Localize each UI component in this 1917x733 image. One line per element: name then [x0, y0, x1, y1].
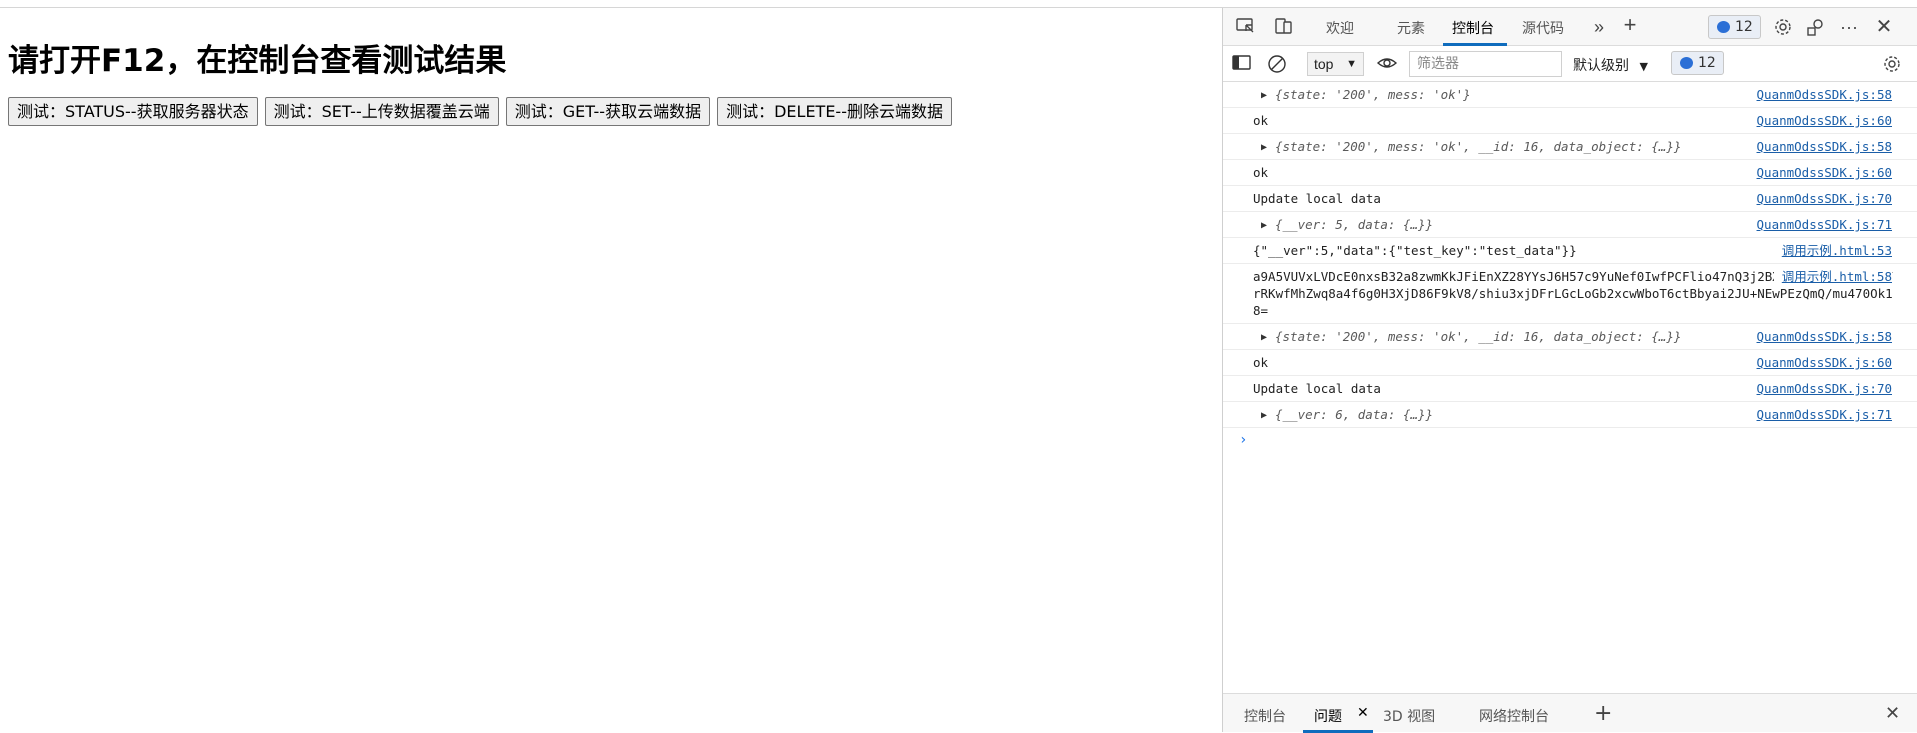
console-source-link[interactable]: QuanmOdssSDK.js:58: [1748, 138, 1892, 155]
drawer-tab-network-console[interactable]: 网络控制台: [1479, 706, 1549, 726]
chevron-down-icon: ▼: [1346, 58, 1357, 70]
console-message[interactable]: ▶ {__ver: 6, data: {…}} QuanmOdssSDK.js:71: [1223, 402, 1917, 428]
page-heading: 请打开F12，在控制台查看测试结果: [8, 43, 507, 79]
devtools-panel: 欢迎 元素 控制台 源代码 » + 12 ··· ✕ top ▼ 筛选器 默认级…: [1222, 8, 1917, 733]
expand-triangle-icon[interactable]: ▶: [1261, 139, 1267, 156]
issues-bubble-icon: [1680, 57, 1693, 69]
tab-welcome[interactable]: 欢迎: [1326, 18, 1354, 38]
settings-icon[interactable]: [1772, 17, 1794, 37]
tab-sources[interactable]: 源代码: [1522, 18, 1564, 38]
expand-triangle-icon[interactable]: ▶: [1261, 407, 1267, 424]
console-message-text: {state: '200', mess: 'ok', __id: 16, dat…: [1275, 329, 1682, 344]
console-settings-icon[interactable]: [1882, 54, 1902, 77]
set-test-button[interactable]: 测试：SET--上传数据覆盖云端: [264, 97, 499, 126]
console-source-link[interactable]: QuanmOdssSDK.js:71: [1748, 216, 1892, 233]
chevron-down-icon: ▼: [1639, 60, 1648, 73]
console-output: ▶ {state: '200', mess: 'ok'} QuanmOdssSDK.…: [1223, 82, 1917, 684]
drawer-tab-issues[interactable]: 问题: [1314, 706, 1342, 726]
get-test-button[interactable]: 测试：GET--获取云端数据: [505, 97, 711, 126]
console-message: ok QuanmOdssSDK.js:60: [1223, 350, 1917, 376]
log-level-dropdown[interactable]: 默认级别 ▼: [1573, 55, 1648, 75]
web-page: 请打开F12，在控制台查看测试结果 测试：STATUS--获取服务器状态 测试：…: [0, 8, 1222, 732]
close-devtools-icon[interactable]: ✕: [1873, 17, 1895, 37]
console-source-link[interactable]: QuanmOdssSDK.js:60: [1748, 354, 1892, 371]
console-message: Update local data QuanmOdssSDK.js:70: [1223, 186, 1917, 212]
console-message[interactable]: ▶ {state: '200', mess: 'ok'} QuanmOdssSDK.…: [1223, 82, 1917, 108]
delete-test-button[interactable]: 测试：DELETE--删除云端数据: [717, 97, 952, 126]
console-source-link[interactable]: QuanmOdssSDK.js:60: [1748, 112, 1892, 129]
console-message: {"__ver":5,"data":{"test_key":"test_data…: [1223, 238, 1917, 264]
tab-console[interactable]: 控制台: [1452, 18, 1494, 38]
console-message: Update local data QuanmOdssSDK.js:70: [1223, 376, 1917, 402]
context-selector[interactable]: top ▼: [1307, 52, 1364, 76]
console-source-link[interactable]: QuanmOdssSDK.js:58: [1748, 328, 1892, 345]
add-tab-icon[interactable]: +: [1619, 14, 1641, 36]
inspect-icon[interactable]: [1235, 17, 1257, 37]
sidebar-toggle-icon[interactable]: [1232, 54, 1252, 75]
expand-triangle-icon[interactable]: ▶: [1261, 87, 1267, 104]
expand-triangle-icon[interactable]: ▶: [1261, 217, 1267, 234]
console-message[interactable]: ▶ {__ver: 5, data: {…}} QuanmOdssSDK.js:71: [1223, 212, 1917, 238]
console-message-text: {state: '200', mess: 'ok'}: [1275, 87, 1471, 102]
close-drawer-icon[interactable]: ✕: [1885, 703, 1900, 724]
devtools-tab-bar: 欢迎 元素 控制台 源代码 » + 12 ··· ✕: [1223, 8, 1917, 46]
console-message-text: {__ver: 6, data: {…}}: [1275, 407, 1434, 422]
console-message-text: {__ver: 5, data: {…}}: [1275, 217, 1434, 232]
console-prompt-icon[interactable]: ›: [1239, 428, 1917, 448]
console-source-link[interactable]: QuanmOdssSDK.js:60: [1748, 164, 1892, 181]
console-message-text: ok: [1253, 165, 1269, 180]
issues-bubble-icon: [1717, 21, 1730, 33]
console-source-link[interactable]: 调用示例.html:53: [1773, 242, 1892, 259]
more-tabs-icon[interactable]: »: [1588, 17, 1610, 37]
console-message-text: Update local data: [1253, 381, 1381, 396]
console-message: a9A5VUVxLVDcE0nxsB32a8zwmKkJFiEnXZ28YYsJ…: [1223, 264, 1917, 324]
tab-elements[interactable]: 元素: [1397, 18, 1425, 38]
expand-triangle-icon[interactable]: ▶: [1261, 329, 1267, 346]
console-message-text: Update local data: [1253, 191, 1381, 206]
console-source-link[interactable]: 调用示例.html:58: [1773, 268, 1892, 285]
test-button-row: 测试：STATUS--获取服务器状态 测试：SET--上传数据覆盖云端 测试：G…: [8, 97, 952, 126]
console-message: ok QuanmOdssSDK.js:60: [1223, 108, 1917, 134]
issues-count-button[interactable]: 12: [1671, 51, 1724, 75]
add-drawer-tab-icon[interactable]: +: [1594, 701, 1612, 726]
console-toolbar: top ▼ 筛选器 默认级别 ▼ 12: [1223, 46, 1917, 82]
drawer-tab-bar: 控制台 问题 ✕ 3D 视图 网络控制台 + ✕: [1223, 693, 1917, 733]
console-source-link[interactable]: QuanmOdssSDK.js:70: [1748, 190, 1892, 207]
console-message-text: ok: [1253, 113, 1269, 128]
more-options-icon[interactable]: ···: [1838, 17, 1860, 37]
console-source-link[interactable]: QuanmOdssSDK.js:70: [1748, 380, 1892, 397]
console-message-text: {state: '200', mess: 'ok', __id: 16, dat…: [1275, 139, 1682, 154]
console-source-link[interactable]: QuanmOdssSDK.js:58: [1748, 86, 1892, 103]
browser-top-edge: [0, 0, 1917, 8]
filter-input[interactable]: 筛选器: [1409, 51, 1562, 77]
drawer-tab-3d-view[interactable]: 3D 视图: [1383, 706, 1435, 726]
issues-badge[interactable]: 12: [1708, 15, 1761, 39]
status-test-button[interactable]: 测试：STATUS--获取服务器状态: [8, 97, 258, 126]
console-message[interactable]: ▶ {state: '200', mess: 'ok', __id: 16, da…: [1223, 134, 1917, 160]
console-source-link[interactable]: QuanmOdssSDK.js:71: [1748, 406, 1892, 423]
device-emulation-icon[interactable]: [1273, 17, 1295, 37]
console-message-text: {"__ver":5,"data":{"test_key":"test_data…: [1253, 243, 1577, 258]
drawer-tab-console[interactable]: 控制台: [1244, 706, 1286, 726]
customize-icon[interactable]: [1805, 17, 1827, 37]
console-message[interactable]: ▶ {state: '200', mess: 'ok', __id: 16, da…: [1223, 324, 1917, 350]
close-tab-icon[interactable]: ✕: [1357, 705, 1369, 721]
console-message: ok QuanmOdssSDK.js:60: [1223, 160, 1917, 186]
clear-console-icon[interactable]: [1267, 54, 1287, 77]
console-message-text: ok: [1253, 355, 1269, 370]
eye-icon[interactable]: [1376, 54, 1398, 75]
